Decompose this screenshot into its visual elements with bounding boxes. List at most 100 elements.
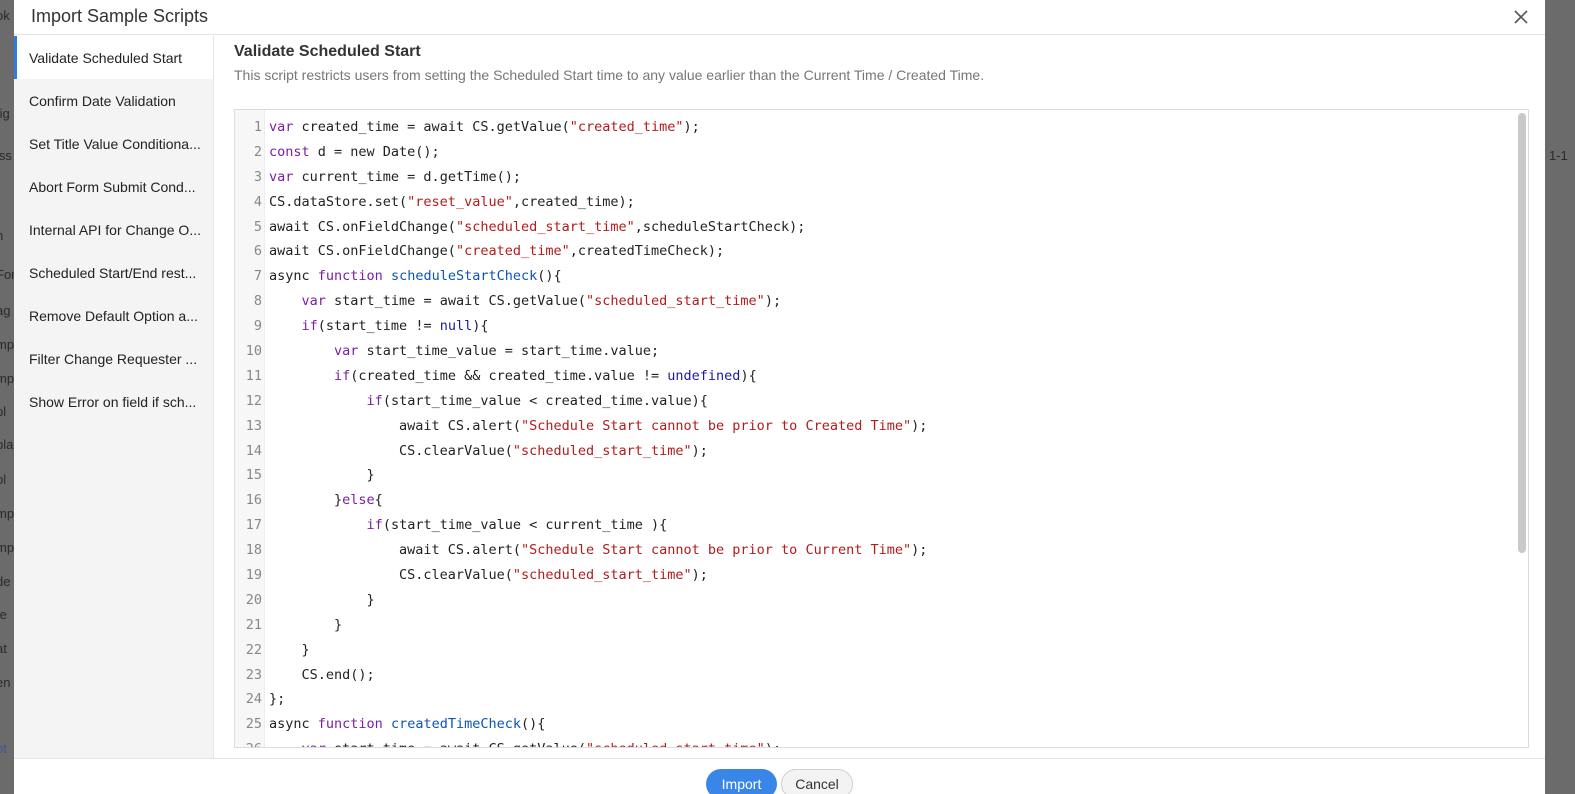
code-line: 24};	[235, 687, 1516, 712]
sidebar-item-label: Filter Change Requester ...	[29, 350, 198, 367]
dialog-header: Import Sample Scripts	[14, 0, 1545, 35]
code-line: 1 var created_time = await CS.getValue("c…	[235, 115, 1516, 140]
code-text: const d = new Date();	[269, 143, 440, 160]
code-text: await CS.alert("Schedule Start cannot be…	[269, 542, 928, 559]
code-line: 13 await CS.alert("Schedule Start cannot…	[235, 414, 1516, 439]
code-line: 7 async function scheduleStartCheck(){	[235, 264, 1516, 289]
code-line: 19 CS.clearValue("scheduled_start_time")…	[235, 563, 1516, 588]
code-line: 17 if(start_time_value < current_time ){	[235, 513, 1516, 538]
close-icon[interactable]	[1511, 7, 1531, 27]
cancel-button[interactable]: Cancel	[781, 769, 853, 794]
code-line: 8 var start_time = await CS.getValue("sc…	[235, 289, 1516, 314]
code-text: if(start_time_value < current_time ){	[366, 517, 668, 534]
sidebar-item-label: Remove Default Option a...	[29, 307, 198, 324]
line-number: 12	[245, 392, 262, 409]
script-title: Validate Scheduled Start	[234, 43, 421, 60]
script-detail-panel: Validate Scheduled Start This script res…	[234, 36, 1529, 748]
line-number: 8	[253, 293, 262, 310]
sidebar-item-label: Confirm Date Validation	[29, 92, 176, 109]
code-text: }	[269, 641, 310, 658]
code-line: 15 }	[235, 463, 1516, 488]
code-text: }	[269, 616, 343, 633]
line-number: 16	[245, 492, 262, 509]
line-number: 2	[253, 143, 262, 160]
line-number: 23	[245, 666, 262, 683]
code-text: };	[269, 691, 286, 708]
sidebar-item-3[interactable]: Set Title Value Conditiona...	[14, 122, 213, 165]
line-number: 24	[245, 691, 262, 708]
code-text: if(created_time && created_time.value !=…	[334, 367, 757, 384]
dialog-title: Import Sample Scripts	[31, 6, 209, 26]
line-number: 13	[245, 417, 262, 434]
code-text: async function scheduleStartCheck(){	[269, 268, 562, 285]
sidebar-item-label: Validate Scheduled Start	[29, 49, 183, 66]
line-number: 9	[253, 318, 262, 335]
background-app-left-edge: ok fig iss n For ag mp mp pl pla pl mp m…	[0, 8, 14, 756]
code-line: 12 if(start_time_value < created_time.va…	[235, 389, 1516, 414]
code-text: CS.clearValue("scheduled_start_time");	[269, 442, 708, 459]
line-number: 21	[245, 616, 262, 633]
code-line: 25 async function createdTimeCheck(){	[235, 712, 1516, 737]
code-line: 4 CS.dataStore.set("reset_value",created_…	[235, 190, 1516, 215]
code-line: 10 var start_time_value = start_time.val…	[235, 339, 1516, 364]
code-editor[interactable]: 1 var created_time = await CS.getValue("c…	[234, 109, 1529, 748]
sidebar-item-8[interactable]: Filter Change Requester ...	[14, 337, 213, 380]
code-text: var start_time = await CS.getValue("sche…	[269, 741, 782, 747]
code-text: var created_time = await CS.getValue("cr…	[269, 119, 700, 135]
sidebar-item-label: Scheduled Start/End rest...	[29, 264, 197, 281]
code-text: if(start_time_value < created_time.value…	[366, 392, 708, 409]
line-number: 10	[245, 343, 262, 360]
dialog-footer: Import Cancel	[14, 758, 1545, 794]
code-text: CS.clearValue("scheduled_start_time");	[269, 567, 708, 584]
code-line: 22 }	[235, 638, 1516, 663]
line-number: 6	[253, 243, 262, 260]
sidebar-item-9[interactable]: Show Error on field if sch...	[14, 380, 213, 423]
code-scrollbar[interactable]	[1518, 113, 1526, 553]
code-line: 21 }	[235, 613, 1516, 638]
background-app-right-edge: 1-1	[1549, 148, 1568, 163]
sidebar-item-5[interactable]: Internal API for Change O...	[14, 208, 213, 251]
line-number: 5	[253, 218, 262, 235]
line-number: 22	[245, 641, 262, 658]
code-text: }	[269, 591, 375, 608]
code-line: 2 const d = new Date();	[235, 140, 1516, 165]
code-line: 6 await CS.onFieldChange("created_time",c…	[235, 239, 1516, 264]
line-number: 19	[245, 567, 262, 584]
line-number: 1	[253, 119, 262, 135]
line-number: 26	[235, 737, 262, 747]
code-line: 26 var start_time = await CS.getValue("s…	[235, 737, 1516, 747]
line-number: 4	[253, 193, 262, 210]
sidebar-item-6[interactable]: Scheduled Start/End rest...	[14, 251, 213, 294]
code-line: 5 await CS.onFieldChange("scheduled_start…	[235, 215, 1516, 240]
sidebar-item-label: Internal API for Change O...	[29, 221, 201, 238]
code-text: CS.dataStore.set("reset_value",created_t…	[269, 193, 635, 210]
code-text: if(start_time != null){	[301, 318, 489, 335]
code-line: 9 if(start_time != null){	[235, 314, 1516, 339]
sidebar-item-2[interactable]: Confirm Date Validation	[14, 79, 213, 122]
code-text: CS.end();	[269, 666, 375, 683]
sidebar-item-1[interactable]: Validate Scheduled Start	[14, 36, 213, 79]
code-text: await CS.onFieldChange("created_time",cr…	[269, 243, 725, 260]
code-text: async function createdTimeCheck(){	[269, 716, 546, 733]
sidebar-item-7[interactable]: Remove Default Option a...	[14, 294, 213, 337]
code-line: 11 if(created_time && created_time.value…	[235, 364, 1516, 389]
code-line: 20 }	[235, 588, 1516, 613]
code-line: 3 var current_time = d.getTime();	[235, 165, 1516, 190]
import-button[interactable]: Import	[706, 769, 777, 794]
line-number: 15	[245, 467, 262, 484]
sidebar-item-4[interactable]: Abort Form Submit Cond...	[14, 165, 213, 208]
line-number: 14	[245, 442, 262, 459]
script-list-sidebar: Validate Scheduled Start Confirm Date Val…	[14, 36, 214, 758]
line-number: 20	[245, 591, 262, 608]
import-sample-scripts-dialog: Import Sample Scripts Validate Scheduled…	[14, 0, 1545, 794]
code-lines: 1 var created_time = await CS.getValue("c…	[235, 115, 1516, 747]
code-text: await CS.alert("Schedule Start cannot be…	[269, 417, 928, 434]
line-number: 17	[245, 517, 262, 534]
code-line: 14 CS.clearValue("scheduled_start_time")…	[235, 439, 1516, 464]
sidebar-item-label: Set Title Value Conditiona...	[29, 135, 201, 152]
code-text: }	[269, 467, 375, 484]
code-line: 16 }else{	[235, 488, 1516, 513]
code-line: 18 await CS.alert("Schedule Start cannot…	[235, 538, 1516, 563]
sidebar-item-label: Show Error on field if sch...	[29, 393, 197, 410]
line-number: 3	[253, 168, 262, 185]
